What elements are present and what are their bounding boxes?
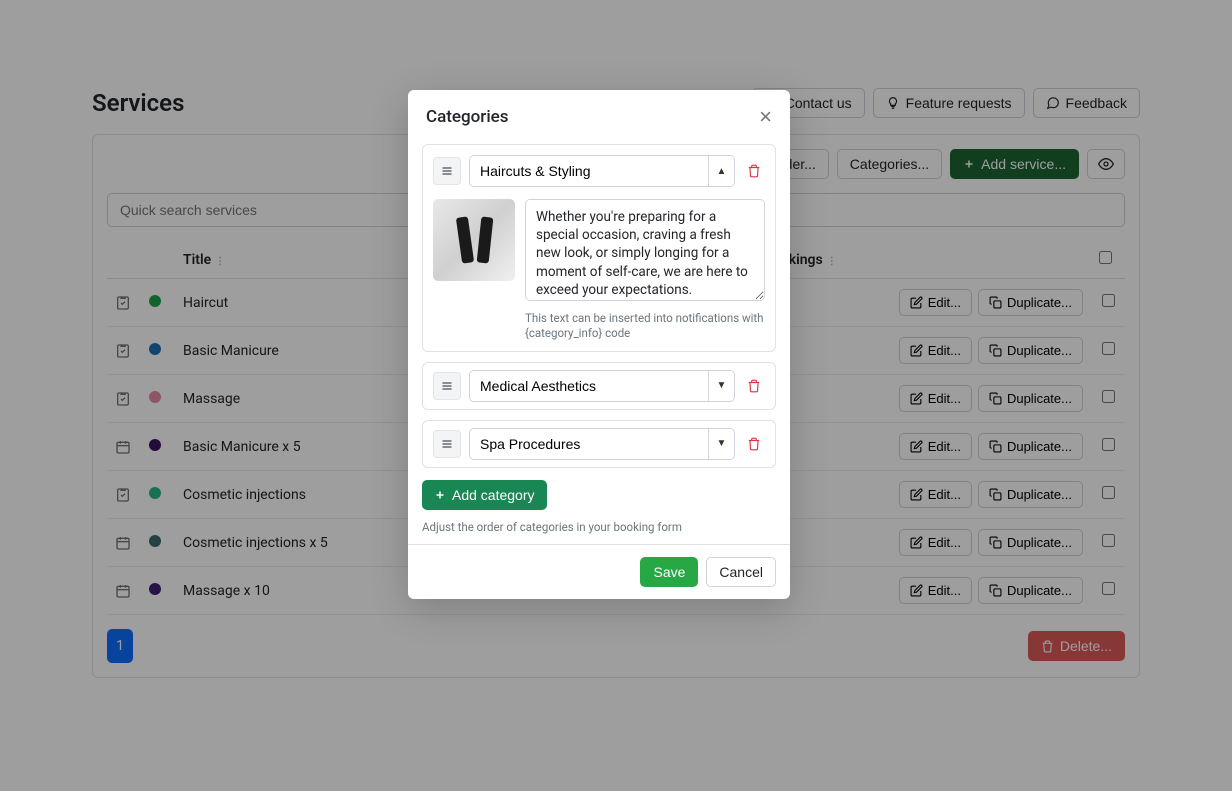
category-block: ▼ xyxy=(422,420,776,468)
category-name-input[interactable] xyxy=(470,429,708,459)
modal-close-button[interactable]: × xyxy=(759,106,772,128)
category-block-expanded: ▲ This text can be inserted into notific… xyxy=(422,144,776,352)
add-category-button[interactable]: Add category xyxy=(422,480,547,510)
modal-footer: Save Cancel xyxy=(408,544,790,599)
category-name-input-wrap: ▲ xyxy=(469,155,735,187)
description-help-text: This text can be inserted into notificat… xyxy=(525,311,765,341)
category-thumbnail[interactable] xyxy=(433,199,515,281)
category-details: This text can be inserted into notificat… xyxy=(433,199,765,341)
adjust-order-hint: Adjust the order of categories in your b… xyxy=(422,520,776,534)
category-description-wrap: This text can be inserted into notificat… xyxy=(525,199,765,341)
category-name-input-wrap: ▼ xyxy=(469,370,735,402)
modal-body: ▲ This text can be inserted into notific… xyxy=(408,140,790,544)
category-name-input-wrap: ▼ xyxy=(469,428,735,460)
expand-caret-icon[interactable]: ▼ xyxy=(708,371,734,401)
collapse-caret-icon[interactable]: ▲ xyxy=(708,156,734,186)
category-block: ▼ xyxy=(422,362,776,410)
category-row: ▼ xyxy=(433,428,765,460)
delete-category-button[interactable] xyxy=(743,433,765,455)
plus-icon xyxy=(434,489,446,501)
drag-handle-icon[interactable] xyxy=(433,372,461,400)
expand-caret-icon[interactable]: ▼ xyxy=(708,429,734,459)
categories-modal: Categories × ▲ This text can be i xyxy=(408,90,790,599)
drag-handle-icon[interactable] xyxy=(433,430,461,458)
category-row: ▼ xyxy=(433,370,765,402)
category-description-input[interactable] xyxy=(525,199,765,301)
save-button[interactable]: Save xyxy=(640,557,698,587)
drag-handle-icon[interactable] xyxy=(433,157,461,185)
category-row: ▲ xyxy=(433,155,765,187)
delete-category-button[interactable] xyxy=(743,160,765,182)
modal-title: Categories xyxy=(426,107,509,127)
modal-header: Categories × xyxy=(408,90,790,140)
add-category-label: Add category xyxy=(452,487,535,503)
category-name-input[interactable] xyxy=(470,156,708,186)
category-name-input[interactable] xyxy=(470,371,708,401)
cancel-button[interactable]: Cancel xyxy=(706,557,776,587)
delete-category-button[interactable] xyxy=(743,375,765,397)
